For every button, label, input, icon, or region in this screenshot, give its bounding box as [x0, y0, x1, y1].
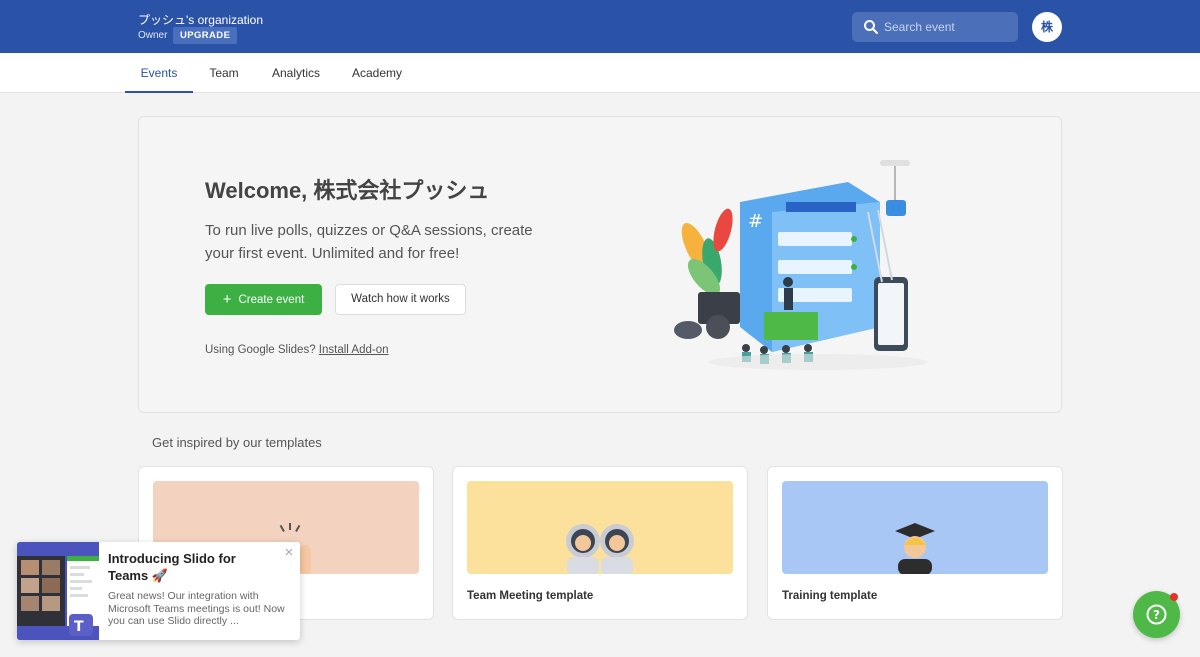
search-box[interactable]: [852, 12, 1018, 42]
template-thumbnail: [782, 481, 1048, 574]
teams-promo-popup[interactable]: T Introducing Slido for Teams 🚀 Great ne…: [17, 542, 300, 640]
avatar[interactable]: 株: [1032, 12, 1062, 42]
search-input[interactable]: [884, 12, 1012, 42]
svg-text:T: T: [74, 619, 84, 635]
create-event-button[interactable]: + Create event: [205, 284, 322, 315]
upgrade-button[interactable]: UPGRADE: [173, 27, 238, 44]
student-icon: [895, 523, 935, 574]
welcome-title: Welcome, 株式会社プッシュ: [205, 178, 490, 203]
search-icon: [864, 20, 878, 34]
tab-academy[interactable]: Academy: [343, 53, 411, 93]
teams-screenshot-image: T: [17, 542, 99, 640]
welcome-subtitle: To run live polls, quizzes or Q&A sessio…: [205, 222, 533, 262]
templates-section-title: Get inspired by our templates: [152, 435, 322, 450]
template-label: Team Meeting template: [467, 590, 594, 602]
watch-how-it-works-button[interactable]: Watch how it works: [335, 284, 466, 315]
org-role: Owner: [138, 30, 168, 41]
popup-body: Great news! Our integration with Microso…: [108, 590, 285, 627]
popup-title: Introducing Slido for Teams 🚀: [108, 551, 236, 583]
create-event-label: Create event: [238, 294, 305, 306]
plus-icon: +: [222, 291, 232, 308]
welcome-illustration: #: [674, 160, 928, 370]
question-glyph: ?: [1153, 608, 1160, 622]
notification-dot: [1170, 593, 1178, 601]
template-card-training[interactable]: Training template: [767, 466, 1063, 620]
template-label: Training template: [782, 590, 878, 602]
nav-bar: Events Team Analytics Academy: [0, 53, 1200, 93]
tab-team[interactable]: Team: [198, 53, 250, 93]
top-bar: プッシュ's organization Owner UPGRADE 株: [0, 0, 1200, 53]
astronauts-icon: [566, 524, 634, 574]
template-card-team-meeting[interactable]: Team Meeting template: [452, 466, 748, 620]
template-thumbnail: [467, 481, 733, 574]
tab-events[interactable]: Events: [125, 53, 193, 93]
svg-text:#: #: [748, 211, 763, 232]
org-name[interactable]: プッシュ's organization: [138, 11, 263, 28]
install-addon-link[interactable]: Install Add-on: [319, 344, 389, 356]
close-icon[interactable]: ×: [281, 545, 297, 561]
google-slides-note: Using Google Slides? Install Add-on: [205, 344, 388, 356]
teams-promo-thumbnail: T: [17, 542, 99, 640]
tab-analytics[interactable]: Analytics: [262, 53, 330, 93]
google-slides-text: Using Google Slides?: [205, 344, 316, 356]
